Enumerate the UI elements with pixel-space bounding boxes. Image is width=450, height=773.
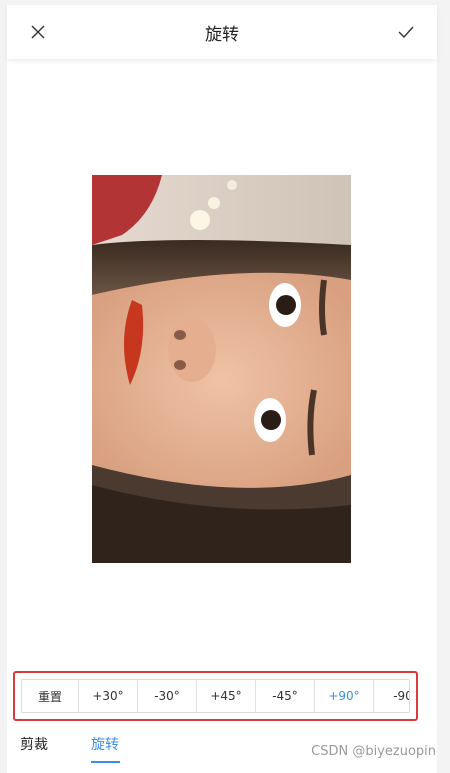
rotate-button[interactable]: -45° xyxy=(256,680,315,712)
rotate-button[interactable]: -90 xyxy=(374,680,409,712)
close-button[interactable] xyxy=(24,18,52,46)
check-icon xyxy=(398,26,414,38)
watermark: CSDN @biyezuopin xyxy=(311,744,436,759)
tab-crop[interactable]: 剪裁 xyxy=(20,734,48,754)
page-title: 旋转 xyxy=(205,24,239,45)
page: 旋转 重置 +30° -30° +45° -45° +90° -9 剪裁 旋转 … xyxy=(0,0,450,773)
tab-rotate[interactable]: 旋转 xyxy=(91,734,119,754)
rotate-button[interactable]: +90° xyxy=(315,680,374,712)
rotate-button[interactable]: +45° xyxy=(197,680,256,712)
rotate-button[interactable]: -30° xyxy=(138,680,197,712)
confirm-button[interactable] xyxy=(392,18,420,46)
rotation-button-group: 重置+30°-30°+45°-45°+90°-90 xyxy=(21,679,410,713)
active-tab-indicator xyxy=(91,761,120,763)
close-icon xyxy=(31,25,45,39)
rotate-button[interactable]: +30° xyxy=(79,680,138,712)
header-bar: 旋转 xyxy=(7,5,437,59)
editor-panel: 旋转 xyxy=(7,5,437,773)
rotated-portrait-photo xyxy=(92,175,351,563)
reset-button[interactable]: 重置 xyxy=(22,680,79,712)
